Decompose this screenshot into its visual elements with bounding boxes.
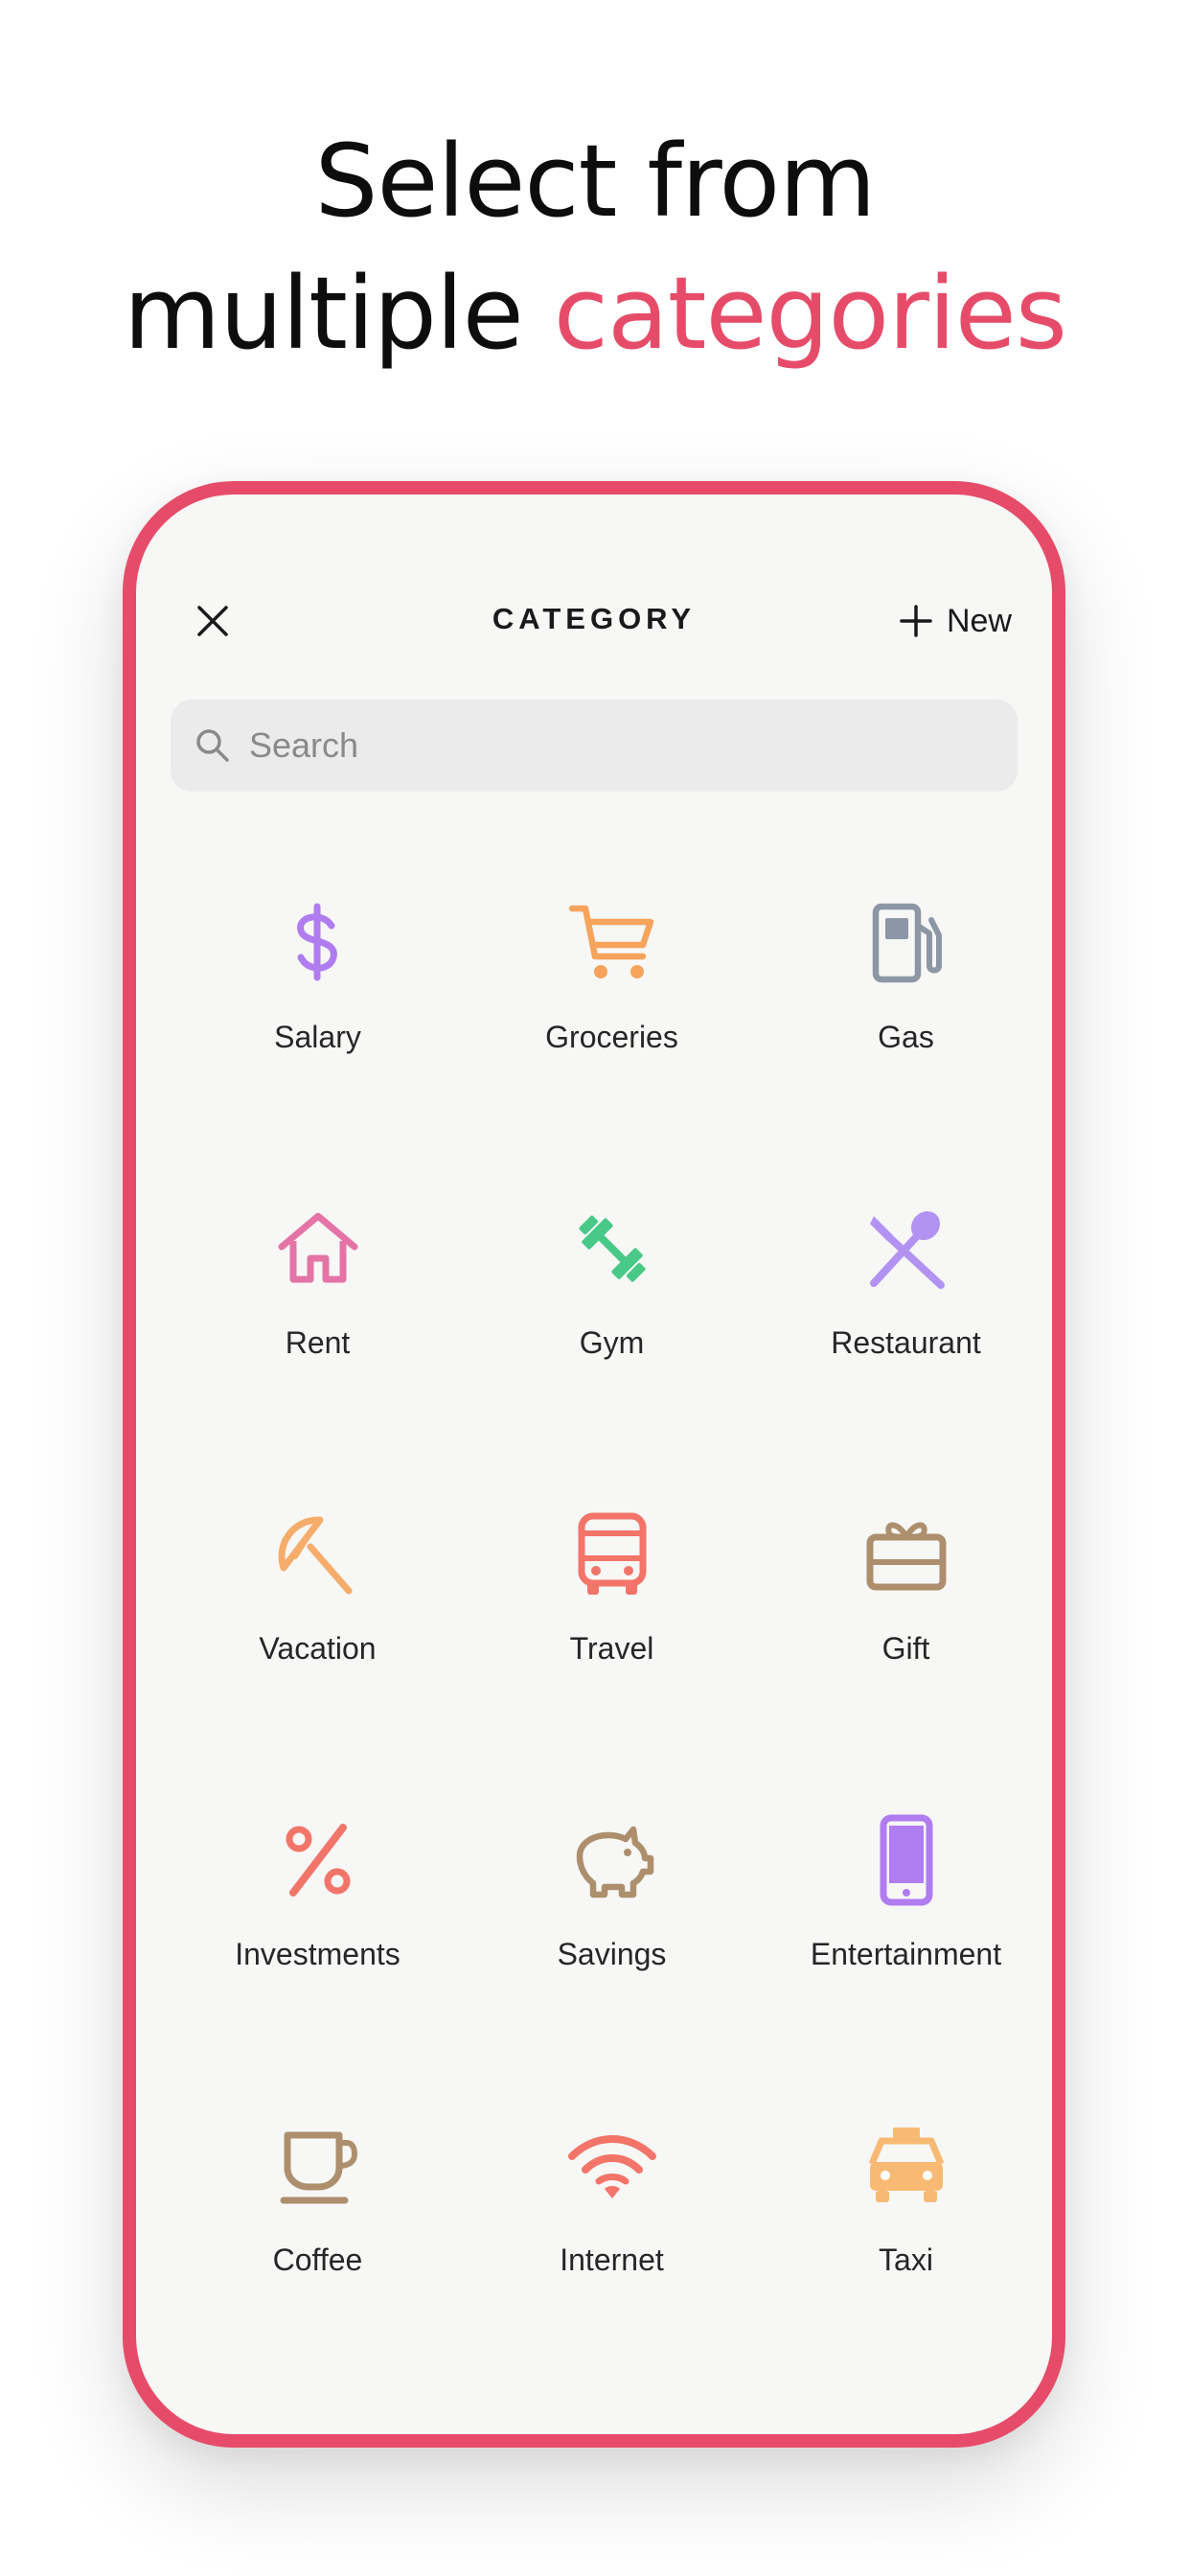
category-label: Groceries (545, 1020, 678, 1054)
headline-line-2: multiple categories (0, 247, 1190, 380)
gift-icon (866, 1522, 946, 1591)
house-icon (278, 1212, 357, 1283)
new-button-label: New (946, 602, 1012, 639)
category-label: Salary (274, 1020, 361, 1054)
category-coffee[interactable]: Coffee (171, 2082, 465, 2387)
category-label: Coffee (272, 2242, 363, 2277)
category-investments[interactable]: Investments (171, 1776, 465, 2082)
category-rent[interactable]: Rent (171, 1164, 465, 1470)
utensils-icon (869, 1210, 945, 1289)
category-taxi[interactable]: Taxi (759, 2082, 1052, 2387)
new-category-button[interactable]: New (899, 596, 1012, 646)
category-label: Investments (235, 1937, 400, 1971)
headline: Select from multiple categories (0, 115, 1190, 380)
search-icon (196, 729, 229, 762)
category-groceries[interactable]: Groceries (465, 859, 759, 1164)
phone-icon (880, 1814, 932, 1906)
bus-icon (578, 1512, 646, 1595)
category-label: Vacation (259, 1631, 377, 1666)
category-label: Rent (285, 1325, 351, 1360)
category-label: Travel (569, 1631, 654, 1666)
category-entertainment[interactable]: Entertainment (759, 1776, 1052, 2082)
dumbbell-icon (578, 1215, 646, 1282)
phone-frame: CATEGORY New Salary (123, 481, 1065, 2448)
category-gym[interactable]: Gym (465, 1164, 759, 1470)
coffee-icon (280, 2131, 357, 2204)
category-label: Entertainment (810, 1937, 1002, 1971)
gas-pump-icon (872, 903, 942, 983)
headline-line-1: Select from (314, 123, 877, 240)
search-input[interactable] (247, 724, 1018, 767)
umbrella-icon (278, 1516, 352, 1595)
category-restaurant[interactable]: Restaurant (759, 1164, 1052, 1470)
category-label: Savings (557, 1937, 667, 1971)
category-label: Gas (878, 1020, 934, 1054)
category-savings[interactable]: Savings (465, 1776, 759, 2082)
cart-icon (568, 905, 653, 978)
wifi-icon (567, 2135, 656, 2198)
dollar-icon (296, 903, 337, 981)
category-salary[interactable]: Salary (171, 859, 465, 1164)
category-label: Gym (579, 1325, 645, 1360)
headline-plain: multiple (124, 255, 524, 372)
taxi-icon (868, 2128, 944, 2202)
search-bar (171, 700, 1018, 792)
category-label: Restaurant (831, 1325, 981, 1360)
category-label: Internet (560, 2242, 664, 2277)
category-label: Taxi (879, 2242, 933, 2277)
category-gift[interactable]: Gift (759, 1470, 1052, 1776)
category-internet[interactable]: Internet (465, 2082, 759, 2387)
percent-icon (286, 1824, 350, 1897)
piggy-bank-icon (576, 1826, 653, 1898)
plus-icon (900, 605, 932, 637)
category-vacation[interactable]: Vacation (171, 1470, 465, 1776)
category-label: Gift (881, 1631, 930, 1666)
category-grid: Salary Groceries Gas Rent Gym Restaurant… (171, 859, 1052, 2387)
category-travel[interactable]: Travel (465, 1470, 759, 1776)
headline-accent: categories (553, 255, 1067, 372)
navbar: CATEGORY New (136, 583, 1052, 659)
category-gas[interactable]: Gas (759, 859, 1052, 1164)
